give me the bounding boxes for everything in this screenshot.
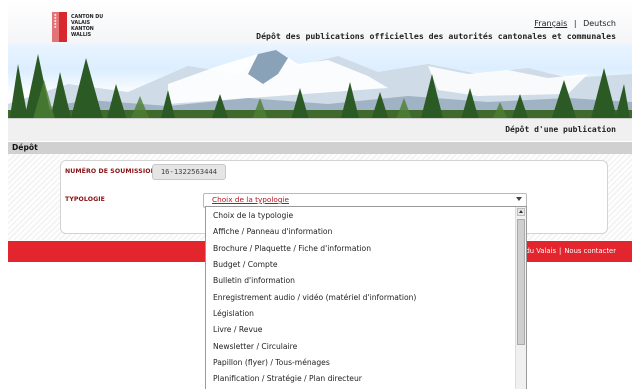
language-switcher: Français | Deutsch [534, 19, 616, 28]
section-title-bar: Dépôt d'une publication [8, 118, 632, 141]
dropdown-option[interactable]: Papillon (flyer) / Tous-ménages [213, 355, 330, 371]
footer-links: at du Valais | Nous contacter [516, 247, 616, 255]
logo-text: CANTON DU VALAIS KANTON WALLIS [71, 15, 112, 39]
site-header: ✱ ✱ ✱ ✱ ✱ CANTON DU VALAIS KANTON WALLIS Fra… [8, 0, 632, 44]
section-title: Dépôt d'une publication [505, 125, 616, 134]
submission-number-label: NUMÉRO DE SOUMISSION [65, 168, 156, 175]
typology-selected-value: Choix de la typologie [212, 195, 290, 204]
breadcrumb-current: Dépôt [12, 143, 38, 152]
submission-number-field: 16-1322563444 [152, 164, 226, 180]
dropdown-option[interactable]: Bulletin d'information [213, 273, 295, 289]
canton-logo[interactable]: ✱ ✱ ✱ ✱ ✱ CANTON DU VALAIS KANTON WALLIS [52, 12, 112, 46]
scroll-up-arrow-icon[interactable] [517, 208, 525, 216]
dropdown-option[interactable]: Brochure / Plaquette / Fiche d'informati… [213, 241, 371, 257]
footer-link-contact[interactable]: Nous contacter [564, 247, 616, 255]
scrollbar-thumb[interactable] [517, 219, 525, 345]
dropdown-option[interactable]: Planification / Stratégie / Plan directe… [213, 371, 362, 387]
dropdown-option[interactable]: Choix de la typologie [213, 208, 293, 224]
dropdown-option[interactable]: Budget / Compte [213, 257, 278, 273]
dropdown-option[interactable]: Affiche / Panneau d'information [213, 224, 332, 240]
lang-separator: | [573, 19, 577, 28]
footer-separator: | [559, 247, 562, 255]
chevron-down-icon[interactable] [516, 197, 522, 201]
lang-de-link[interactable]: Deutsch [583, 19, 616, 28]
typology-label: TYPOLOGIE [65, 196, 105, 203]
valais-flag-icon: ✱ ✱ ✱ ✱ ✱ [52, 12, 67, 42]
dropdown-scrollbar[interactable] [515, 207, 526, 389]
typology-dropdown-list[interactable]: Choix de la typologie Affiche / Panneau … [205, 206, 527, 389]
dropdown-option[interactable]: Newsletter / Circulaire [213, 339, 297, 355]
logo-line-fr: CANTON DU VALAIS [71, 15, 104, 26]
dropdown-option[interactable]: Enregistrement audio / vidéo (matériel d… [213, 290, 416, 306]
logo-line-de: KANTON WALLIS [71, 27, 94, 38]
lang-fr-link[interactable]: Français [534, 19, 567, 28]
dropdown-option[interactable]: Livre / Revue [213, 322, 262, 338]
site-title: Dépôt des publications officielles des a… [256, 31, 616, 41]
breadcrumb: Dépôt [8, 142, 632, 154]
dropdown-option[interactable]: Législation [213, 306, 254, 322]
